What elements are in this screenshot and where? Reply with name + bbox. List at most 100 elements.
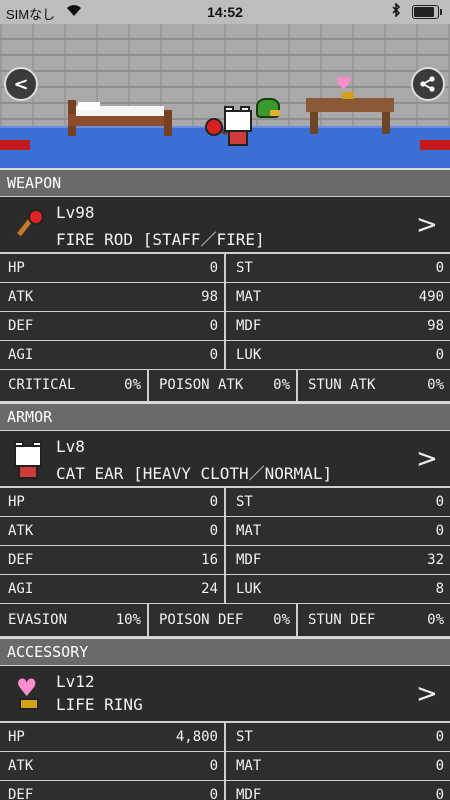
stat-label: ATK <box>8 758 34 774</box>
stat-row: HP 0 ST 0 <box>0 488 450 517</box>
chevron-right-icon: > <box>416 210 438 240</box>
chevron-right-icon: > <box>416 679 438 709</box>
section-header-weapon: WEAPON <box>0 168 450 196</box>
rug-right <box>420 140 450 150</box>
stat-value: 0 <box>209 758 218 774</box>
bed-sprite <box>68 100 172 136</box>
weapon-level: Lv98 <box>56 203 95 222</box>
stat-value: 0 <box>435 729 444 745</box>
stat-value: 0% <box>273 377 290 393</box>
accessory-name: LIFE RING <box>56 695 143 714</box>
weapon-item-row[interactable]: Lv98 FIRE ROD [STAFF／FIRE] > <box>0 196 450 254</box>
stat-label: ATK <box>8 523 34 539</box>
stat-label: ST <box>236 260 253 276</box>
stat-label: MAT <box>236 758 262 774</box>
extra-stat-row: EVASION 10% POISON DEF 0% STUN DEF 0% <box>0 604 450 637</box>
stat-label: MAT <box>236 523 262 539</box>
stat-label: AGI <box>8 581 34 597</box>
ring-sprite <box>342 92 354 99</box>
accessory-item-row[interactable]: ♥ Lv12 LIFE RING > <box>0 665 450 723</box>
stat-row: DEF 16 MDF 32 <box>0 546 450 575</box>
stat-value: 0 <box>209 318 218 334</box>
bluetooth-icon <box>392 2 401 20</box>
stat-value: 0 <box>435 494 444 510</box>
stat-label: LUK <box>236 347 262 363</box>
armor-level: Lv8 <box>56 437 85 456</box>
extra-stat-row: CRITICAL 0% POISON ATK 0% STUN ATK 0% <box>0 370 450 402</box>
stat-row: ATK 0 MAT 0 <box>0 752 450 781</box>
stat-row: ATK 98 MAT 490 <box>0 283 450 312</box>
stat-label: DEF <box>8 552 34 568</box>
stat-value: 0% <box>124 377 141 393</box>
stat-label: MDF <box>236 552 262 568</box>
battery-level <box>414 7 434 17</box>
chevron-right-icon: > <box>416 444 438 474</box>
stat-label: EVASION <box>8 612 68 628</box>
stat-value: 0 <box>209 347 218 363</box>
stat-label: HP <box>8 494 25 510</box>
stat-value: 0% <box>427 612 444 628</box>
section-header-armor: ARMOR <box>0 402 450 430</box>
duck-beak-sprite <box>270 110 280 116</box>
stat-row: ATK 0 MAT 0 <box>0 517 450 546</box>
clock: 14:52 <box>207 4 243 20</box>
stat-value: 98 <box>201 289 218 305</box>
stat-value: 0 <box>435 260 444 276</box>
chevron-left-icon: < <box>13 73 29 95</box>
status-bar: SIMなし 14:52 <box>0 0 450 24</box>
stat-value: 0 <box>435 787 444 800</box>
life-ring-icon: ♥ <box>10 676 44 712</box>
rug-left <box>0 140 30 150</box>
player-cat-sprite <box>222 106 252 146</box>
armor-name: CAT EAR [HEAVY CLOTH／NORMAL] <box>56 464 333 483</box>
stat-label: ST <box>236 729 253 745</box>
stat-label: DEF <box>8 318 34 334</box>
stat-row: HP 4,800 ST 0 <box>0 723 450 752</box>
stat-label: HP <box>8 260 25 276</box>
share-button[interactable] <box>411 67 445 101</box>
stat-value: 0 <box>435 758 444 774</box>
stat-label: STUN DEF <box>308 612 376 628</box>
cat-ear-icon <box>10 441 44 479</box>
room-scene: ♥ <box>0 0 450 168</box>
stat-row: AGI 0 LUK 0 <box>0 341 450 370</box>
stat-row: DEF 0 MDF 0 <box>0 781 450 800</box>
stat-label: DEF <box>8 787 34 800</box>
stat-value: 0 <box>209 523 218 539</box>
stat-label: ST <box>236 494 253 510</box>
stat-value: 0 <box>209 494 218 510</box>
stat-value: 0 <box>435 347 444 363</box>
stat-row: AGI 24 LUK 8 <box>0 575 450 604</box>
fire-rod-icon <box>10 207 44 243</box>
back-button[interactable]: < <box>4 67 38 101</box>
stat-value: 0% <box>427 377 444 393</box>
armor-item-row[interactable]: Lv8 CAT EAR [HEAVY CLOTH／NORMAL] > <box>0 430 450 488</box>
stat-value: 8 <box>435 581 444 597</box>
stat-label: MDF <box>236 318 262 334</box>
stat-row: HP 0 ST 0 <box>0 254 450 283</box>
stat-label: STUN ATK <box>308 377 376 393</box>
stat-value: 24 <box>201 581 218 597</box>
stat-value: 16 <box>201 552 218 568</box>
stat-value: 4,800 <box>175 729 218 745</box>
section-header-accessory: ACCESSORY <box>0 637 450 665</box>
fire-rod-sprite <box>205 118 223 136</box>
share-icon <box>420 76 435 92</box>
stat-label: HP <box>8 729 25 745</box>
accessory-level: Lv12 <box>56 672 95 691</box>
stat-label: LUK <box>236 581 262 597</box>
stat-value: 32 <box>427 552 444 568</box>
stat-label: ATK <box>8 289 34 305</box>
weapon-name: FIRE ROD [STAFF／FIRE] <box>56 230 265 249</box>
stat-label: CRITICAL <box>8 377 76 393</box>
stat-label: POISON ATK <box>159 377 244 393</box>
stat-row: DEF 0 MDF 98 <box>0 312 450 341</box>
stat-value: 98 <box>427 318 444 334</box>
stat-value: 10% <box>115 612 141 628</box>
stat-label: POISON DEF <box>159 612 244 628</box>
stat-label: MAT <box>236 289 262 305</box>
stat-value: 0 <box>435 523 444 539</box>
battery-icon <box>412 5 442 19</box>
stat-value: 490 <box>418 289 444 305</box>
stat-value: 0% <box>273 612 290 628</box>
